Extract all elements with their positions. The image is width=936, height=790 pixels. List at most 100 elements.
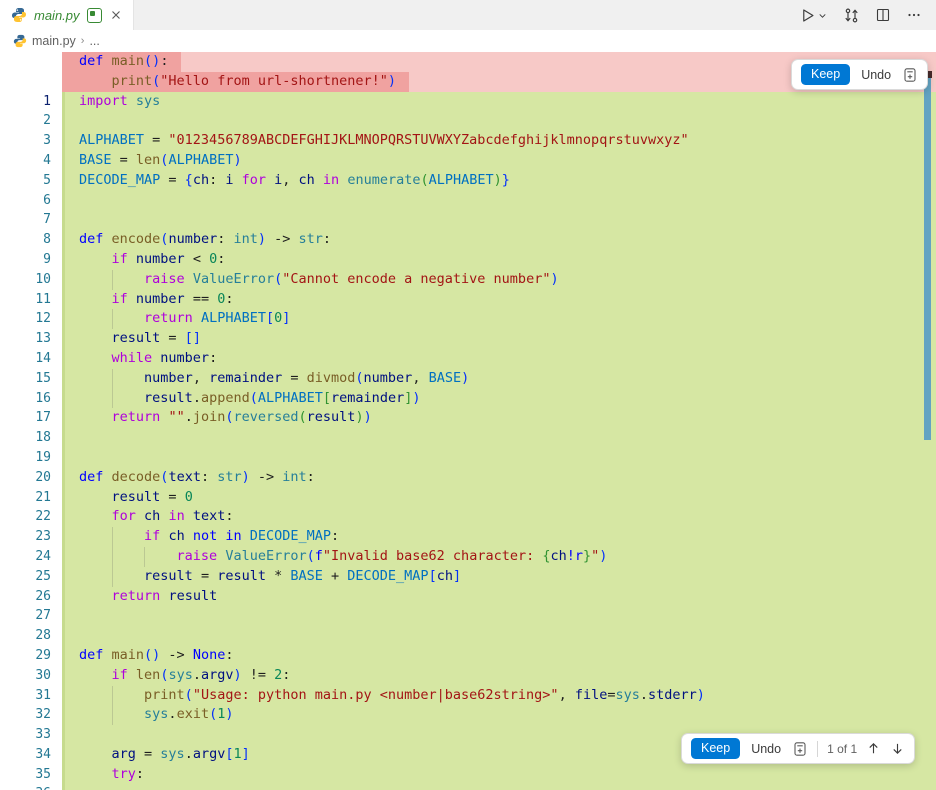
chat-edit-widget-top: Keep Undo xyxy=(791,59,928,90)
indent-guide xyxy=(112,270,113,290)
code-line[interactable]: sys.exit(1) xyxy=(62,705,936,725)
line-number[interactable] xyxy=(0,72,62,92)
code-line[interactable]: if len(sys.argv) != 2: xyxy=(62,666,936,686)
code-line[interactable]: DECODE_MAP = {ch: i for i, ch in enumera… xyxy=(62,171,936,191)
code-line[interactable]: number, remainder = divmod(number, BASE) xyxy=(62,369,936,389)
line-number[interactable]: 26 xyxy=(0,587,62,607)
code-line[interactable]: BASE = len(ALPHABET) xyxy=(62,151,936,171)
next-edit-icon[interactable] xyxy=(890,741,905,756)
line-number[interactable]: 16 xyxy=(0,389,62,409)
code-line[interactable]: return "".join(reversed(result)) xyxy=(62,408,936,428)
close-tab-icon[interactable] xyxy=(109,8,123,22)
line-number[interactable]: 34 xyxy=(0,745,62,765)
code-row: 16 result.append(ALPHABET[remainder]) xyxy=(0,389,936,409)
code-line[interactable] xyxy=(62,448,936,468)
code-line[interactable] xyxy=(62,626,936,646)
line-number[interactable]: 1 xyxy=(0,92,62,112)
line-number[interactable]: 6 xyxy=(0,191,62,211)
code-line[interactable]: def encode(number: int) -> str: xyxy=(62,230,936,250)
add-file-to-chat-icon[interactable] xyxy=(792,741,808,757)
line-number[interactable]: 30 xyxy=(0,666,62,686)
line-number[interactable]: 19 xyxy=(0,448,62,468)
code-line[interactable]: result.append(ALPHABET[remainder]) xyxy=(62,389,936,409)
code-line[interactable] xyxy=(62,606,936,626)
line-number[interactable]: 24 xyxy=(0,547,62,567)
code-line[interactable]: result = [] xyxy=(62,329,936,349)
undo-button[interactable]: Undo xyxy=(859,66,893,84)
code-line[interactable] xyxy=(62,784,936,790)
add-file-to-chat-icon[interactable] xyxy=(902,67,918,83)
line-number[interactable] xyxy=(0,52,62,72)
line-number[interactable]: 33 xyxy=(0,725,62,745)
code-line[interactable]: return ALPHABET[0] xyxy=(62,309,936,329)
keep-button[interactable]: Keep xyxy=(801,64,850,85)
code-line[interactable]: import sys xyxy=(62,92,936,112)
code-line[interactable]: def main() -> None: xyxy=(62,646,936,666)
line-number[interactable]: 7 xyxy=(0,210,62,230)
code-line[interactable] xyxy=(62,428,936,448)
code-line[interactable] xyxy=(62,111,936,131)
code-line[interactable]: raise ValueError(f"Invalid base62 charac… xyxy=(62,547,936,567)
run-python-file-icon[interactable] xyxy=(799,7,816,24)
line-number[interactable]: 13 xyxy=(0,329,62,349)
code-line[interactable]: try: xyxy=(62,765,936,785)
code-line[interactable]: if number < 0: xyxy=(62,250,936,270)
editor-actions xyxy=(799,0,936,30)
code-line[interactable]: for ch in text: xyxy=(62,507,936,527)
split-editor-icon[interactable] xyxy=(875,7,891,23)
line-number[interactable]: 8 xyxy=(0,230,62,250)
code-line[interactable]: print("Usage: python main.py <number|bas… xyxy=(62,686,936,706)
line-number[interactable]: 17 xyxy=(0,408,62,428)
code-line[interactable]: return result xyxy=(62,587,936,607)
line-number[interactable]: 20 xyxy=(0,468,62,488)
line-number[interactable]: 18 xyxy=(0,428,62,448)
code-line[interactable]: ALPHABET = "0123456789ABCDEFGHIJKLMNOPQR… xyxy=(62,131,936,151)
keep-button[interactable]: Keep xyxy=(691,738,740,759)
line-number[interactable]: 28 xyxy=(0,626,62,646)
indent-guide xyxy=(112,686,113,706)
line-number[interactable]: 35 xyxy=(0,765,62,785)
line-number[interactable]: 22 xyxy=(0,507,62,527)
line-number[interactable]: 21 xyxy=(0,488,62,508)
more-actions-icon[interactable] xyxy=(906,7,922,23)
line-number[interactable]: 12 xyxy=(0,309,62,329)
line-number[interactable]: 15 xyxy=(0,369,62,389)
code-line[interactable] xyxy=(62,191,936,211)
line-number[interactable]: 4 xyxy=(0,151,62,171)
run-dropdown-chevron-icon[interactable] xyxy=(817,10,828,21)
line-number[interactable]: 23 xyxy=(0,527,62,547)
line-number[interactable]: 11 xyxy=(0,290,62,310)
code-line[interactable]: if number == 0: xyxy=(62,290,936,310)
code-line[interactable]: result = 0 xyxy=(62,488,936,508)
code-line[interactable]: result = result * BASE + DECODE_MAP[ch] xyxy=(62,567,936,587)
line-number[interactable]: 14 xyxy=(0,349,62,369)
undo-button[interactable]: Undo xyxy=(749,740,783,758)
breadcrumb-symbol[interactable]: ... xyxy=(89,34,99,48)
line-number[interactable]: 10 xyxy=(0,270,62,290)
previous-edit-icon[interactable] xyxy=(866,741,881,756)
code-line[interactable]: def decode(text: str) -> int: xyxy=(62,468,936,488)
code-line[interactable]: while number: xyxy=(62,349,936,369)
line-number[interactable]: 32 xyxy=(0,705,62,725)
scrollbar-slider[interactable] xyxy=(924,78,931,440)
code-line[interactable]: if ch not in DECODE_MAP: xyxy=(62,527,936,547)
code-line[interactable]: raise ValueError("Cannot encode a negati… xyxy=(62,270,936,290)
tab-bar: main.py xyxy=(0,0,936,30)
line-number[interactable]: 25 xyxy=(0,567,62,587)
chevron-right-icon: › xyxy=(81,35,85,47)
line-number[interactable]: 9 xyxy=(0,250,62,270)
code-rows: def main(): print("Hello from url-shortn… xyxy=(0,52,936,790)
line-number[interactable]: 3 xyxy=(0,131,62,151)
code-row: 19 xyxy=(0,448,936,468)
breadcrumb-file[interactable]: main.py xyxy=(32,34,76,48)
line-number[interactable]: 5 xyxy=(0,171,62,191)
tab-main-py[interactable]: main.py xyxy=(0,0,134,30)
line-number[interactable]: 27 xyxy=(0,606,62,626)
line-number[interactable]: 2 xyxy=(0,111,62,131)
line-number[interactable]: 29 xyxy=(0,646,62,666)
code-line[interactable] xyxy=(62,210,936,230)
line-number[interactable]: 31 xyxy=(0,686,62,706)
open-changes-icon[interactable] xyxy=(843,7,860,24)
line-number[interactable]: 36 xyxy=(0,784,62,790)
indent-guide xyxy=(112,547,113,567)
